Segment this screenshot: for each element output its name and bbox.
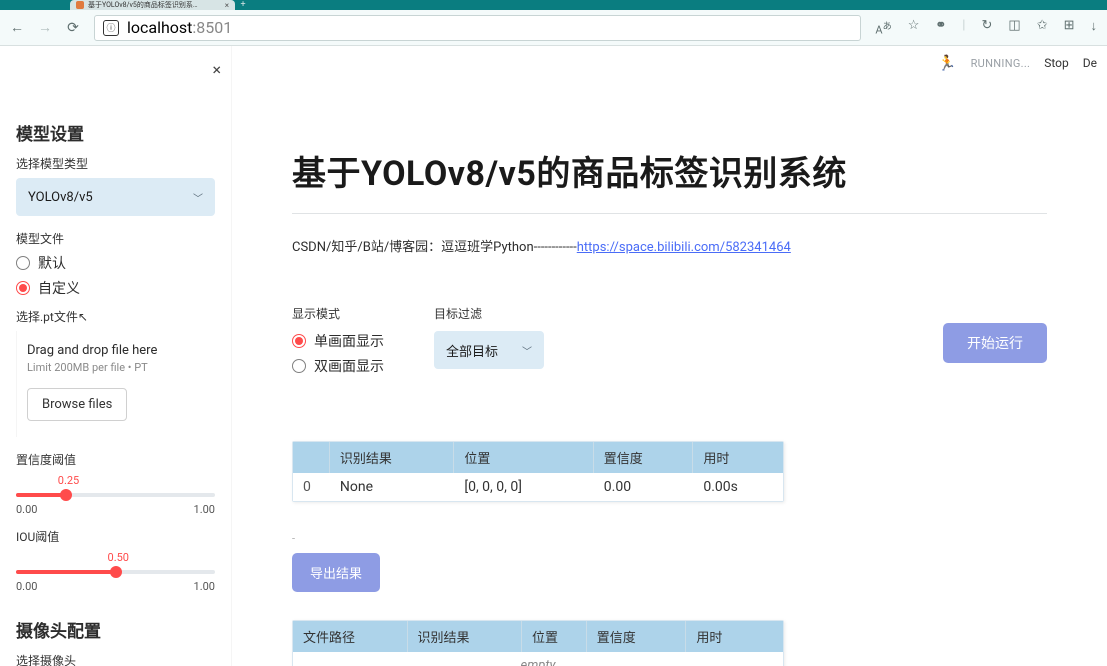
tab-favicon-icon xyxy=(76,1,84,9)
back-button[interactable]: ← xyxy=(10,21,24,35)
td-position: [0, 0, 0, 0] xyxy=(454,473,593,501)
radio-checked-icon xyxy=(292,334,306,348)
title-divider xyxy=(292,213,1047,214)
run-button[interactable]: 开始运行 xyxy=(943,323,1047,363)
td-time: 0.00s xyxy=(693,473,783,501)
dropzone-limit: Limit 200MB per file • PT xyxy=(27,361,205,374)
radio-double-label: 双画面显示 xyxy=(314,356,384,376)
table-row: 0 None [0, 0, 0, 0] 0.00 0.00s xyxy=(293,473,783,501)
radio-custom-label: 自定义 xyxy=(38,278,80,298)
chevron-down-icon: ﹀ xyxy=(193,190,203,205)
target-filter-select[interactable]: 全部目标 ﹀ xyxy=(434,331,544,369)
collections-icon[interactable]: ✩ xyxy=(1037,18,1048,37)
cursor-icon: ↖ xyxy=(78,310,88,324)
th-filepath: 文件路径 xyxy=(293,621,408,652)
model-type-value: YOLOv8/v5 xyxy=(28,190,93,205)
empty-row: empty xyxy=(293,652,783,666)
tab-title: 基于YOLOv8/v5的商品标签识别系… xyxy=(88,0,198,10)
page-title: 基于YOLOv8/v5的商品标签识别系统 xyxy=(292,146,1047,195)
close-sidebar-icon[interactable]: × xyxy=(212,60,221,79)
radio-double-display[interactable]: 双画面显示 xyxy=(292,356,384,376)
slider-min: 0.00 xyxy=(16,580,37,593)
slider-thumb[interactable] xyxy=(60,489,72,501)
sidebar-section-camera-title: 摄像头配置 xyxy=(16,617,215,642)
slider-min: 0.00 xyxy=(16,503,37,516)
iou-threshold-label: IOU阈值 xyxy=(16,528,215,545)
browser-tab-strip: 基于YOLOv8/v5的商品标签识别系… × + xyxy=(0,0,1107,10)
th-index xyxy=(293,442,330,473)
sidebar-section-model-title: 模型设置 xyxy=(16,120,215,145)
bilibili-link[interactable]: https://space.bilibili.com/582341464 xyxy=(577,240,791,255)
th-time: 用时 xyxy=(693,442,783,473)
th-time2: 用时 xyxy=(686,621,783,652)
radio-single-label: 单画面显示 xyxy=(314,331,384,351)
conf-threshold-label: 置信度阈值 xyxy=(16,451,215,468)
tab-close-icon[interactable]: × xyxy=(225,1,229,10)
display-mode-label: 显示模式 xyxy=(292,305,384,322)
forward-button: → xyxy=(38,21,52,35)
dropzone-text: Drag and drop file here xyxy=(27,343,205,358)
url-host: localhost:8501 xyxy=(127,18,232,37)
sidebar: × 模型设置 选择模型类型 YOLOv8/v5 ﹀ 模型文件 默认 自定义 选择… xyxy=(0,46,232,666)
infinity-icon[interactable]: ⚭ xyxy=(935,18,946,37)
th-confidence: 置信度 xyxy=(594,442,694,473)
iou-value: 0.50 xyxy=(108,551,129,564)
favorite-icon[interactable]: ☆ xyxy=(908,18,920,37)
model-file-label: 模型文件 xyxy=(16,230,215,247)
camera-label: 选择摄像头 xyxy=(16,652,215,666)
conf-value: 0.25 xyxy=(58,474,79,487)
running-person-icon: 🏃 xyxy=(938,54,957,72)
td-confidence: 0.00 xyxy=(594,473,694,501)
extensions-icon[interactable]: ⊞ xyxy=(1064,18,1075,37)
chevron-down-icon: ﹀ xyxy=(522,343,532,358)
pt-file-label: 选择.pt文件↖ xyxy=(16,308,215,325)
status-bar: 🏃 RUNNING... Stop De xyxy=(938,54,1097,72)
slider-thumb[interactable] xyxy=(110,566,122,578)
th-confidence2: 置信度 xyxy=(587,621,687,652)
downloads-icon[interactable]: ↓ xyxy=(1091,18,1098,37)
stop-button[interactable]: Stop xyxy=(1044,56,1069,70)
result-table: 识别结果 位置 置信度 用时 0 None [0, 0, 0, 0] 0.00 … xyxy=(292,441,784,502)
td-index: 0 xyxy=(293,473,330,501)
export-button[interactable]: 导出结果 xyxy=(292,553,380,592)
browse-files-button[interactable]: Browse files xyxy=(27,388,127,421)
subtitle: CSDN/知乎/B站/博客园：逗逗班学Python------------htt… xyxy=(292,236,1047,255)
refresh-button[interactable]: ⟳ xyxy=(66,21,80,35)
th-position: 位置 xyxy=(454,442,593,473)
address-bar[interactable]: ⓘ localhost:8501 xyxy=(94,15,861,41)
radio-single-display[interactable]: 单画面显示 xyxy=(292,331,384,351)
section-divider: - xyxy=(292,532,1047,545)
slider-max: 1.00 xyxy=(194,580,215,593)
read-aloud-icon[interactable]: Aあ xyxy=(875,18,891,37)
sync-icon[interactable]: ↻ xyxy=(981,18,992,37)
running-status: RUNNING... xyxy=(971,57,1031,70)
browser-right-icons: Aあ ☆ ⚭ | ↻ ◫ ✩ ⊞ ↓ xyxy=(875,18,1097,37)
conf-slider[interactable]: 0.25 0.00 1.00 xyxy=(16,474,215,516)
th-position2: 位置 xyxy=(522,621,587,652)
deploy-button[interactable]: De xyxy=(1083,56,1097,70)
radio-icon xyxy=(16,256,30,270)
info-icon[interactable]: ⓘ xyxy=(103,20,119,36)
iou-slider[interactable]: 0.50 0.00 1.00 xyxy=(16,551,215,593)
th-result2: 识别结果 xyxy=(408,621,523,652)
slider-max: 1.00 xyxy=(194,503,215,516)
radio-custom[interactable]: 自定义 xyxy=(16,278,215,298)
model-type-label: 选择模型类型 xyxy=(16,155,215,172)
model-type-select[interactable]: YOLOv8/v5 ﹀ xyxy=(16,178,215,216)
browser-tab-active[interactable]: 基于YOLOv8/v5的商品标签识别系… × xyxy=(70,0,235,10)
td-result: None xyxy=(330,473,454,501)
radio-icon xyxy=(292,359,306,373)
radio-default-label: 默认 xyxy=(38,253,66,273)
file-dropzone[interactable]: Drag and drop file here Limit 200MB per … xyxy=(16,331,215,437)
target-filter-label: 目标过滤 xyxy=(434,305,544,322)
subtitle-text: CSDN/知乎/B站/博客园：逗逗班学Python------------ xyxy=(292,240,577,255)
browser-toolbar: ← → ⟳ ⓘ localhost:8501 Aあ ☆ ⚭ | ↻ ◫ ✩ ⊞ … xyxy=(0,10,1107,46)
radio-default[interactable]: 默认 xyxy=(16,253,215,273)
export-table: 文件路径 识别结果 位置 置信度 用时 empty xyxy=(292,620,784,666)
th-result: 识别结果 xyxy=(330,442,454,473)
radio-checked-icon xyxy=(16,281,30,295)
target-filter-value: 全部目标 xyxy=(446,341,498,360)
split-icon[interactable]: ◫ xyxy=(1008,18,1020,37)
new-tab-button[interactable]: + xyxy=(235,0,251,10)
